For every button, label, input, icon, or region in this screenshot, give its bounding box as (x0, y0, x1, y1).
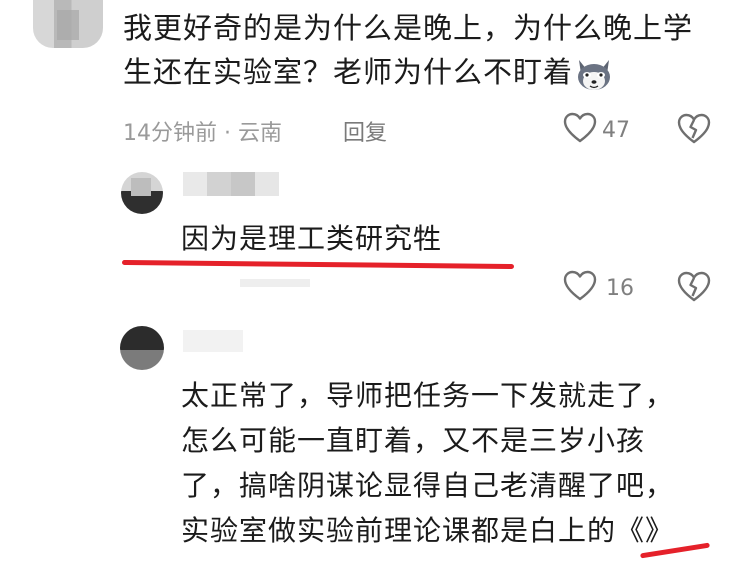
reply2-avatar[interactable] (120, 326, 164, 370)
comment-line-2-text: 生还在实验室？老师为什么不盯着 (123, 55, 574, 89)
broken-heart-icon (677, 113, 711, 149)
reply1-meta-blurred (240, 279, 310, 287)
reply2-line: 实验室做实验前理论课都是白上的《》 (181, 514, 675, 547)
comment-body: 我更好奇的是为什么是晚上，为什么晚上学 生还在实验室？老师为什么不盯着 (123, 6, 693, 94)
reply1-dislike-button[interactable] (677, 271, 711, 307)
heart-outline-icon (563, 112, 597, 148)
reply2-username-blurred (183, 330, 243, 352)
reply2-body: 太正常了，导师把任务一下发就走了， 怎么可能一直盯着，又不是三岁小孩 了，搞啥阴… (181, 373, 674, 553)
comment-time: 14分钟前 (123, 121, 217, 146)
reply2-line: 怎么可能一直盯着，又不是三岁小孩 (181, 424, 646, 457)
reply1-avatar[interactable] (121, 172, 163, 214)
like-count: 47 (602, 117, 630, 143)
broken-heart-icon (677, 271, 711, 307)
like-button[interactable]: 47 (563, 112, 630, 148)
red-annotation-underline (121, 259, 515, 270)
reply1-like-count: 16 (606, 275, 634, 301)
dislike-button[interactable] (677, 113, 711, 149)
reply2-line: 太正常了，导师把任务一下发就走了， (181, 379, 675, 412)
comment-location: 云南 (238, 121, 283, 146)
meta-dot: · (224, 121, 231, 146)
comment-meta: 14分钟前 · 云南 (123, 115, 282, 147)
comment-line-2: 生还在实验室？老师为什么不盯着 (123, 50, 693, 94)
reply1-like-button[interactable]: 16 (563, 270, 634, 306)
heart-outline-icon (563, 270, 597, 306)
reply-button[interactable]: 回复 (343, 115, 387, 147)
commenter-avatar[interactable] (33, 0, 103, 48)
reply1-text: 因为是理工类研究牲 (181, 222, 443, 255)
reply2-line: 了，搞啥阴谋论显得自己老清醒了吧， (181, 469, 675, 502)
reply1-username-blurred (183, 172, 279, 196)
comment-line-1: 我更好奇的是为什么是晚上，为什么晚上学 (123, 11, 694, 45)
husky-dog-emoji-icon (575, 56, 613, 92)
